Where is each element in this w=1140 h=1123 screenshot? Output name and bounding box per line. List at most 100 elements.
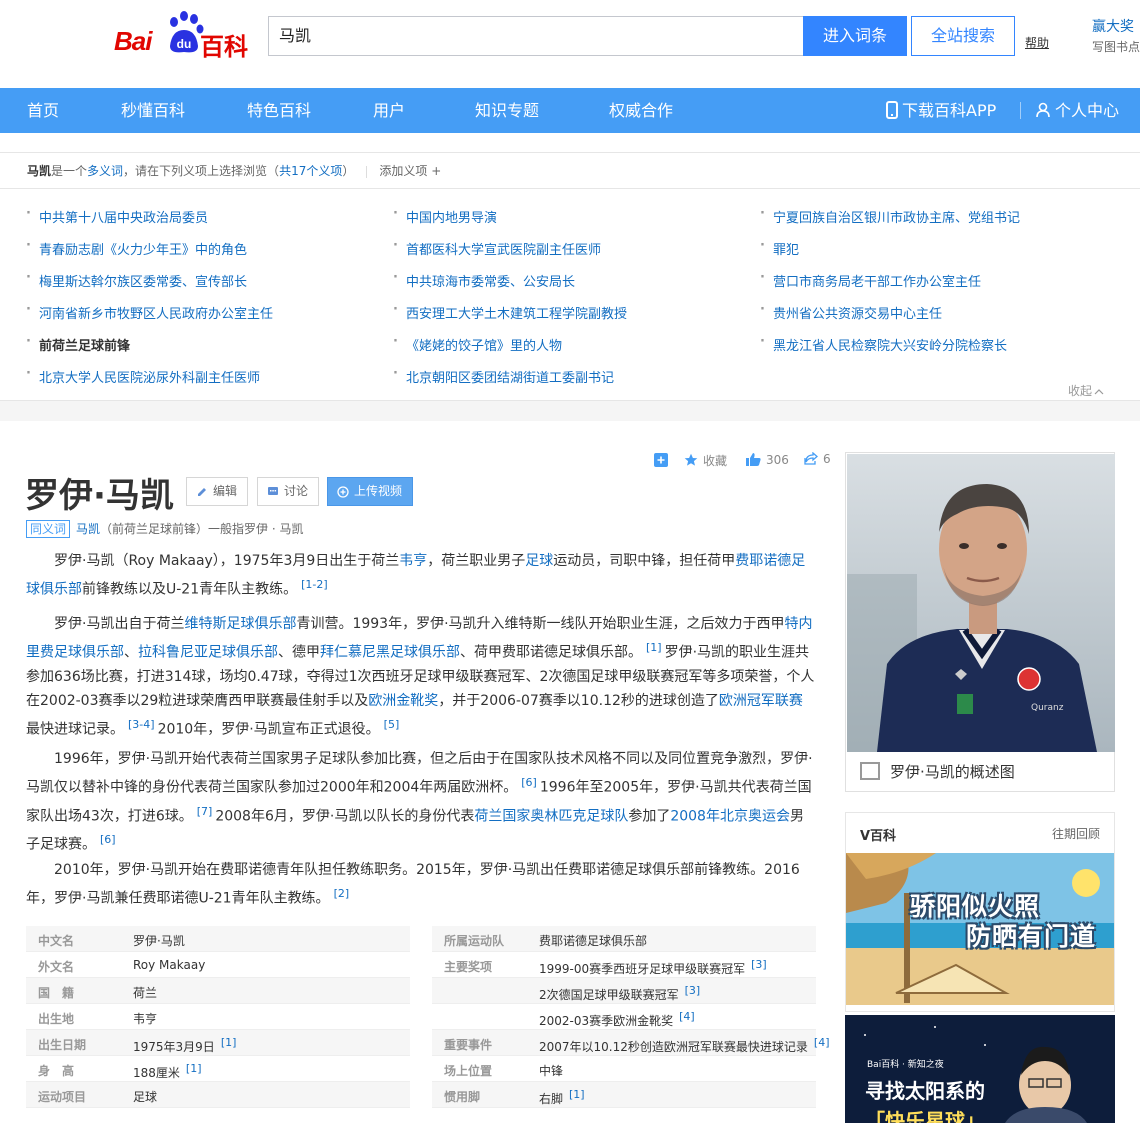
- link-football[interactable]: 足球: [525, 553, 553, 569]
- info-value: 2007年以10.12秒创造欧洲冠军联赛最快进球记录 [4]: [539, 1036, 830, 1054]
- favorite-label: 收藏: [703, 454, 728, 468]
- add-to-list-icon[interactable]: [654, 452, 668, 468]
- help-link[interactable]: 帮助: [1025, 34, 1049, 51]
- link-deportivo[interactable]: 拉科鲁尼亚足球俱乐部: [138, 645, 278, 661]
- sense-item[interactable]: 河南省新乡市牧野区人民政府办公室主任: [26, 302, 273, 322]
- ref-link[interactable]: [3-4]: [128, 718, 155, 731]
- past-episodes-link[interactable]: 往期回顾: [1052, 825, 1100, 842]
- sense-item[interactable]: 中共第十八届中央政治局委员: [26, 206, 208, 226]
- sense-item[interactable]: 宁夏回族自治区银川市政协主席、党组书记: [760, 206, 1020, 226]
- share-button[interactable]: 6: [804, 451, 831, 468]
- upload-video-button[interactable]: 上传视频: [327, 477, 414, 506]
- enter-entry-button[interactable]: 进入词条: [803, 16, 907, 56]
- nav-featured[interactable]: 特色百科: [247, 88, 311, 133]
- edit-button[interactable]: 编辑: [186, 477, 249, 506]
- baidu-baike-logo[interactable]: Bai du 百科: [112, 11, 252, 61]
- sense-item[interactable]: 西安理工大学土木建筑工程学院副教授: [393, 302, 627, 322]
- promo-title[interactable]: 赢大奖: [1092, 16, 1134, 36]
- link-wegchel[interactable]: 韦亨: [399, 553, 427, 569]
- ref-link[interactable]: [4]: [679, 1010, 695, 1023]
- sense-item[interactable]: 营口市商务局老干部工作办公室主任: [760, 270, 981, 290]
- sense-item[interactable]: 首都医科大学宣武医院副主任医师: [393, 238, 601, 258]
- ref-link[interactable]: [5]: [384, 718, 400, 731]
- share-icon: [804, 451, 818, 465]
- site-search-button[interactable]: 全站搜索: [911, 16, 1015, 56]
- ref-link[interactable]: [6]: [521, 776, 537, 789]
- sense-count-link[interactable]: 共17个义项: [279, 164, 342, 178]
- sense-item[interactable]: 北京朝阳区委团结湖街道工委副书记: [393, 366, 614, 386]
- sense-item[interactable]: 北京大学人民医院泌尿外科副主任医师: [26, 366, 260, 386]
- info-key: 惯用脚: [444, 1090, 481, 1104]
- info-key: 主要奖项: [444, 960, 493, 974]
- info-value: 中锋: [539, 1064, 564, 1078]
- synonym-link[interactable]: 马凯: [76, 522, 100, 536]
- ref-link[interactable]: [7]: [197, 805, 213, 818]
- info-row: 惯用脚 右脚 [1]: [432, 1082, 816, 1108]
- summary-picture-card[interactable]: Quranz 罗伊·马凯的概述图: [845, 452, 1115, 792]
- info-value: 费耶诺德足球俱乐部: [539, 934, 648, 948]
- ref-link[interactable]: [1]: [221, 1036, 237, 1049]
- promo-subtitle[interactable]: 写图书点: [1092, 38, 1140, 55]
- info-key: 场上位置: [444, 1064, 493, 1078]
- info-value: 荷兰: [133, 986, 158, 1000]
- promo-banner[interactable]: Bai百科 · 新知之夜 寻找太阳系的 「快乐星球」: [845, 1015, 1115, 1123]
- share-count: 6: [823, 452, 831, 466]
- discuss-label: 讨论: [284, 484, 309, 498]
- personal-center-link[interactable]: 个人中心: [1036, 88, 1119, 133]
- nav-cooperation[interactable]: 权威合作: [609, 88, 673, 133]
- ref-link[interactable]: [6]: [100, 833, 116, 846]
- phone-icon: [886, 101, 898, 119]
- link-olympic-team[interactable]: 荷兰国家奥林匹克足球队: [474, 808, 628, 824]
- download-app-link[interactable]: 下载百科APP: [886, 88, 996, 133]
- discuss-button[interactable]: 讨论: [257, 477, 320, 506]
- ref-link[interactable]: [1]: [186, 1062, 202, 1075]
- v-baike-card: V百科 往期回顾 骄阳似火照 防晒有门道: [845, 812, 1115, 1012]
- image-icon: [860, 762, 880, 780]
- add-sense-label: 添加义项: [379, 164, 428, 178]
- collapse-label: 收起: [1067, 384, 1092, 398]
- v-baike-banner[interactable]: 骄阳似火照 防晒有门道: [846, 853, 1114, 1005]
- sense-item[interactable]: 梅里斯达斡尔族区委常委、宣传部长: [26, 270, 247, 290]
- sense-item[interactable]: 中共琼海市委常委、公安局长: [393, 270, 575, 290]
- ref-link[interactable]: [2]: [334, 887, 350, 900]
- ref-link[interactable]: [1]: [569, 1088, 585, 1101]
- download-app-label: 下载百科APP: [902, 101, 997, 120]
- sense-item[interactable]: 贵州省公共资源交易中心主任: [760, 302, 942, 322]
- nav-home[interactable]: 首页: [27, 88, 59, 133]
- polysemy-link[interactable]: 多义词: [87, 164, 123, 178]
- sense-item[interactable]: 罪犯: [760, 238, 799, 258]
- summary-paragraph: 罗伊·马凯（Roy Makaay），1975年3月9日出生于荷兰韦亨，荷兰职业男…: [26, 553, 806, 598]
- v-baike-title: V百科: [860, 829, 897, 844]
- link-beijing-olympics[interactable]: 2008年北京奥运会: [670, 808, 790, 824]
- synonym-tag[interactable]: 同义词: [26, 520, 71, 538]
- portrait-photo[interactable]: Quranz: [847, 454, 1115, 752]
- link-champions-league[interactable]: 欧洲冠军联赛: [719, 693, 803, 709]
- collapse-button[interactable]: 收起: [1068, 382, 1104, 399]
- ref-link[interactable]: [4]: [814, 1036, 830, 1049]
- info-row: 运动项目 足球: [26, 1082, 410, 1108]
- ref-link[interactable]: [3]: [751, 958, 767, 971]
- nav-user[interactable]: 用户: [373, 88, 405, 133]
- nav-topics[interactable]: 知识专题: [475, 88, 539, 133]
- link-golden-boot[interactable]: 欧洲金靴奖: [368, 693, 438, 709]
- summary-caption[interactable]: 罗伊·马凯的概述图: [860, 761, 1015, 782]
- nav-miaodong[interactable]: 秒懂百科: [121, 88, 185, 133]
- favorite-button[interactable]: 收藏: [684, 452, 727, 468]
- header: Bai du 百科 马凯 进入词条 全站搜索 帮助 赢大奖 写图书点: [0, 0, 1140, 88]
- info-value: 1975年3月9日 [1]: [133, 1036, 237, 1054]
- info-key: 出生地: [38, 1012, 75, 1026]
- add-circle-icon: [337, 486, 349, 498]
- sense-item[interactable]: 《姥姥的饺子馆》里的人物: [393, 334, 562, 354]
- ref-link[interactable]: [1-2]: [301, 578, 328, 591]
- sense-item[interactable]: 黑龙江省人民检察院大兴安岭分院检察长: [760, 334, 1007, 354]
- add-sense-button[interactable]: 添加义项 +: [379, 164, 441, 178]
- ref-link[interactable]: [1]: [646, 641, 662, 654]
- sense-item[interactable]: 青春励志剧《火力少年王》中的角色: [26, 238, 247, 258]
- link-vitesse[interactable]: 维特斯足球俱乐部: [184, 616, 296, 632]
- sense-item[interactable]: 中国内地男导演: [393, 206, 497, 226]
- link-bayern[interactable]: 拜仁慕尼黑足球俱乐部: [320, 645, 460, 661]
- info-value: 2次德国足球甲级联赛冠军 [3]: [539, 984, 701, 1002]
- ref-link[interactable]: [3]: [685, 984, 701, 997]
- search-input[interactable]: 马凯: [268, 16, 804, 56]
- like-button[interactable]: 306: [746, 452, 789, 468]
